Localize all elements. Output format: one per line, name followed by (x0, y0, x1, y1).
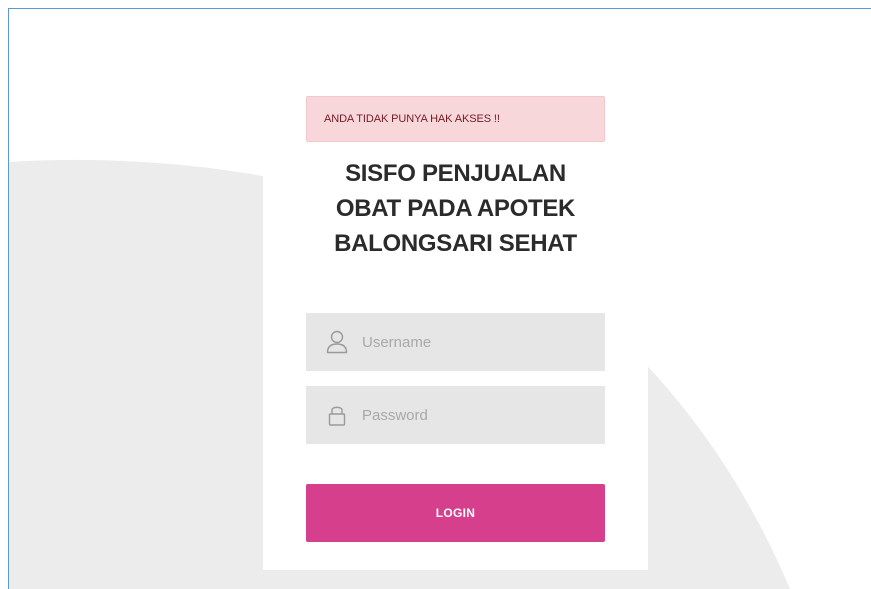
app-title-line-3: BALONGSARI SEHAT (334, 230, 577, 257)
password-input[interactable] (362, 386, 592, 444)
password-field[interactable] (306, 386, 605, 444)
access-denied-alert: ANDA TIDAK PUNYA HAK AKSES !! (306, 96, 605, 142)
username-field[interactable] (306, 313, 605, 371)
login-button[interactable]: LOGIN (306, 484, 605, 542)
lock-icon (328, 406, 346, 426)
frame-border-left (8, 8, 9, 589)
username-input[interactable] (362, 313, 592, 371)
frame-border-top (8, 8, 871, 9)
login-page: ANDA TIDAK PUNYA HAK AKSES !! SISFO PENJ… (0, 0, 871, 589)
app-title: SISFO PENJUALAN OBAT PADA APOTEK BALONGS… (290, 156, 621, 261)
app-title-line-2: OBAT PADA APOTEK (335, 195, 576, 222)
app-title-line-1: SISFO PENJUALAN (345, 160, 566, 187)
user-icon (326, 330, 348, 354)
